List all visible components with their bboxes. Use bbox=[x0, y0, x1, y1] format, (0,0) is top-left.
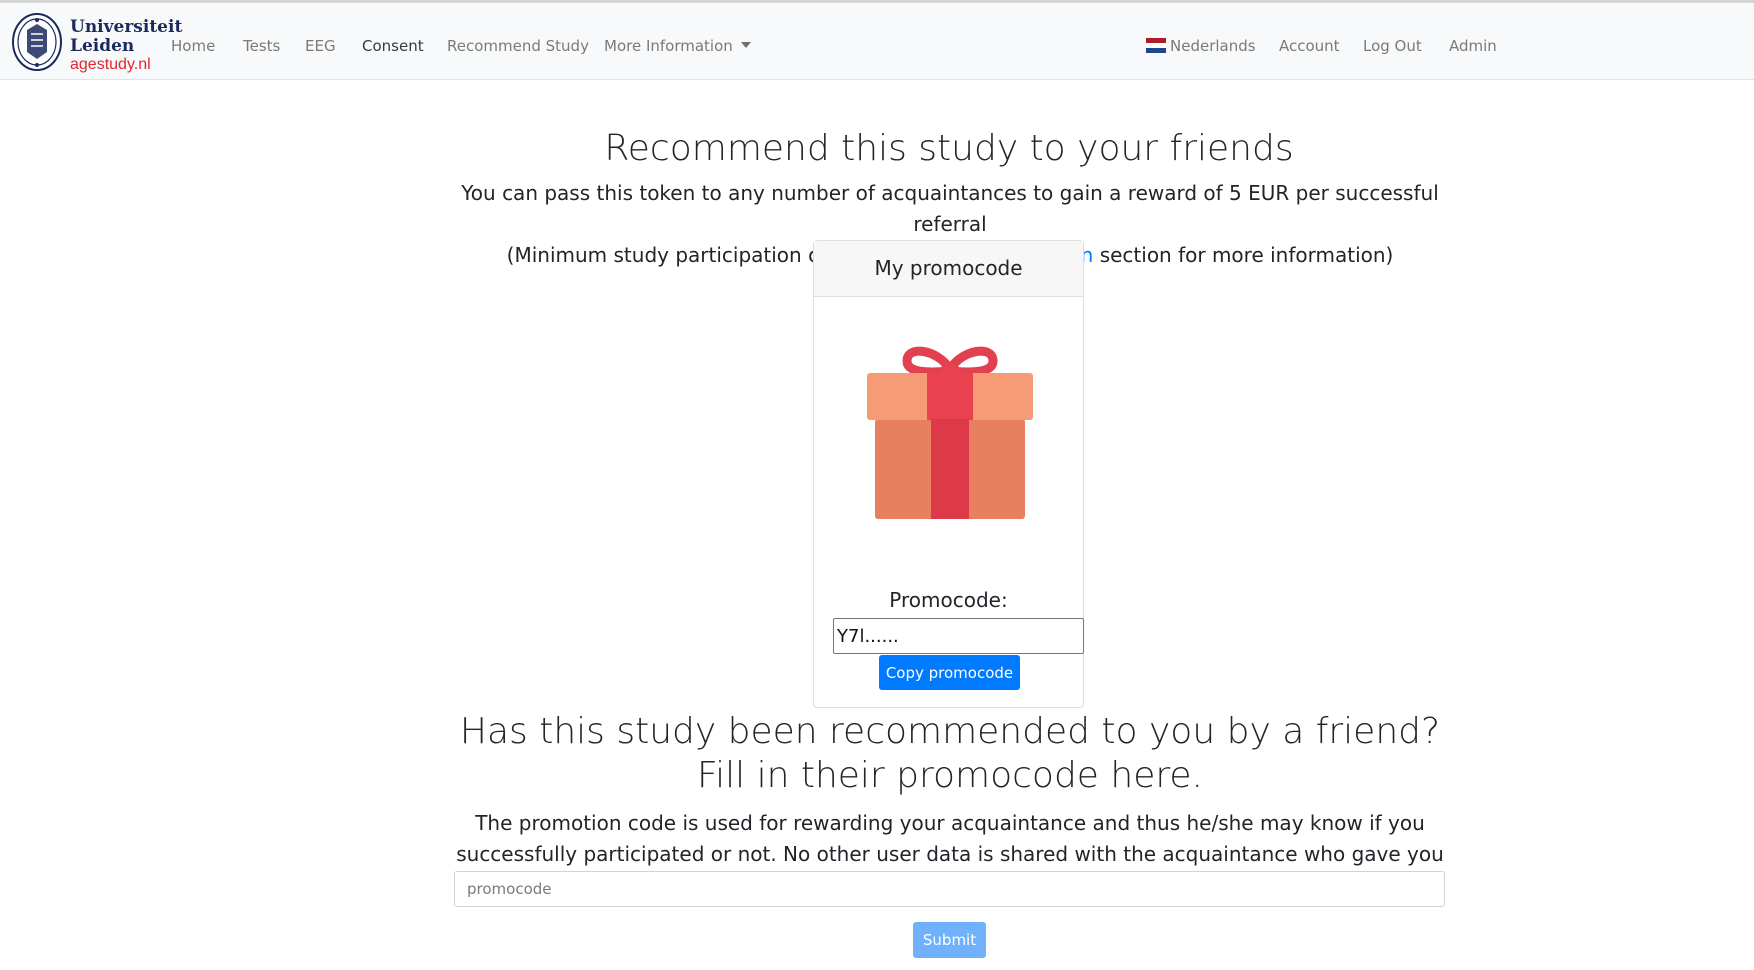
nav-recommend-study[interactable]: Recommend Study bbox=[447, 36, 589, 56]
promocode-card: My promocode Promocode: Copy promocode bbox=[813, 240, 1084, 708]
referral-intro-line1: You can pass this token to any number of… bbox=[461, 181, 1439, 236]
nav-language-label: Nederlands bbox=[1170, 37, 1256, 55]
friend-promocode-input[interactable] bbox=[454, 871, 1445, 907]
referral-question: Has this study been recommended to you b… bbox=[459, 711, 1441, 796]
nav-tests[interactable]: Tests bbox=[243, 36, 280, 56]
nav-consent[interactable]: Consent bbox=[362, 36, 424, 56]
page-title: Recommend this study to your friends bbox=[604, 128, 1294, 169]
promocode-field[interactable] bbox=[833, 618, 1084, 654]
brand-logo[interactable]: Universiteit Leiden agestudy.nl bbox=[12, 12, 182, 74]
nav-home[interactable]: Home bbox=[171, 36, 215, 56]
netherlands-flag-icon bbox=[1146, 38, 1166, 53]
referral-intro-suffix: section for more information) bbox=[1093, 243, 1394, 267]
chevron-down-icon bbox=[740, 42, 751, 48]
brand-name: Universiteit Leiden bbox=[70, 18, 182, 56]
brand-site: agestudy.nl bbox=[70, 56, 151, 73]
nav-eeg[interactable]: EEG bbox=[305, 36, 336, 56]
submit-button[interactable]: Submit bbox=[913, 922, 986, 958]
nav-log-out[interactable]: Log Out bbox=[1363, 36, 1422, 56]
promocode-label: Promocode: bbox=[889, 588, 1008, 612]
promocode-card-header: My promocode bbox=[814, 241, 1083, 297]
navbar: Universiteit Leiden agestudy.nl Home Tes… bbox=[0, 3, 1754, 80]
nav-account[interactable]: Account bbox=[1279, 36, 1340, 56]
nav-admin[interactable]: Admin bbox=[1449, 36, 1497, 56]
brand-university-line1: Universiteit bbox=[70, 17, 183, 37]
nav-more-information-label: More Information bbox=[604, 37, 733, 55]
nav-more-information[interactable]: More Information bbox=[604, 36, 751, 56]
gift-icon bbox=[867, 346, 1033, 519]
university-seal-icon bbox=[12, 13, 62, 71]
nav-language[interactable]: Nederlands bbox=[1146, 36, 1256, 56]
copy-promocode-button[interactable]: Copy promocode bbox=[879, 655, 1020, 690]
brand-university-line2: Leiden bbox=[70, 36, 135, 56]
